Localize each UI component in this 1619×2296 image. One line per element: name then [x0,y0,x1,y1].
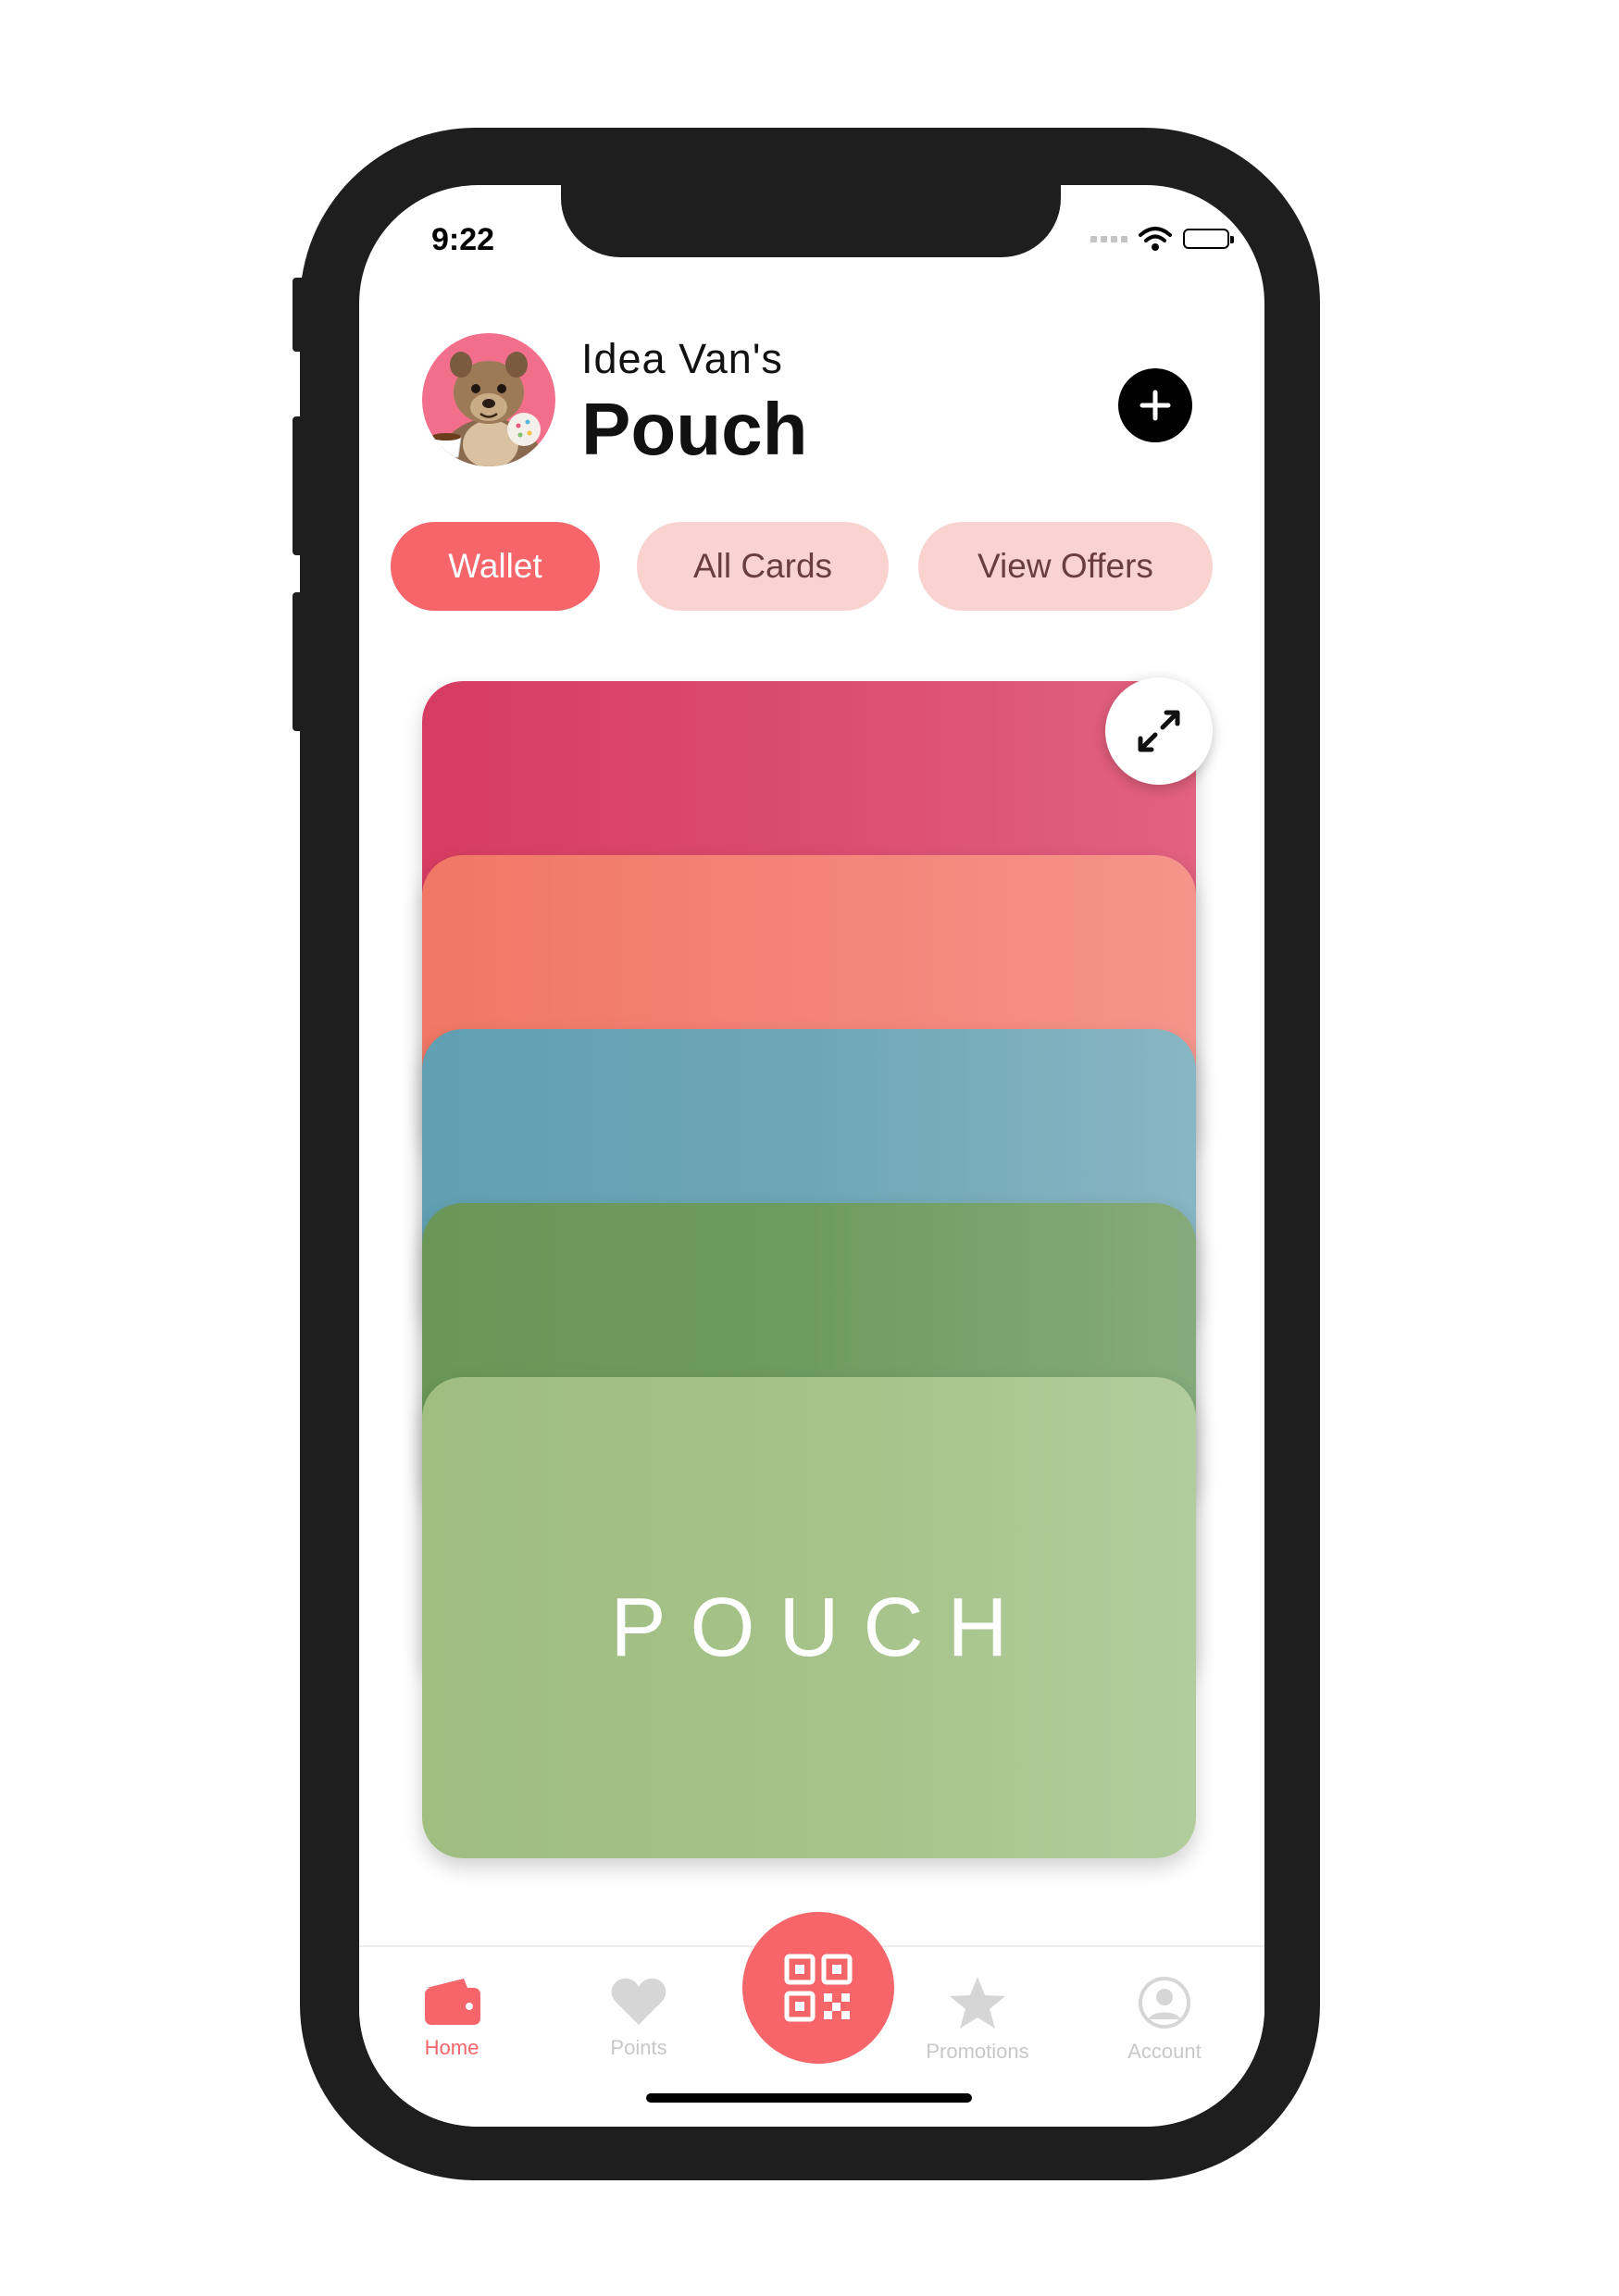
heart-icon [611,1978,666,2025]
card-brand-label: POUCH [610,1582,1032,1674]
star-icon [950,1977,1005,2029]
qr-code-icon [784,1954,853,2022]
cellular-signal-icon [1090,235,1127,242]
owner-name: Idea Van's [581,335,783,382]
notch [561,185,1061,257]
avatar[interactable] [422,333,555,466]
expand-icon [1138,710,1180,752]
wallet-card-front[interactable]: POUCH [422,1377,1196,1858]
nav-promotions-label: Promotions [926,2040,1029,2063]
nav-home-label: Home [424,2036,479,2059]
scan-qr-button[interactable] [742,1912,894,2064]
page-title: Pouch [581,388,808,470]
volume-down-button [293,592,305,731]
wifi-icon [1139,227,1172,251]
battery-icon [1183,229,1234,249]
tab-view-offers[interactable]: View Offers [918,522,1213,611]
volume-up-button [293,416,305,555]
add-card-button[interactable] [1118,368,1192,442]
home-indicator [646,2093,972,2103]
expand-button[interactable] [1105,677,1213,785]
quokka-avatar-illustration [430,352,542,466]
tab-all-cards[interactable]: All Cards [637,522,889,611]
screen: 9:22 Idea Van's Pouch Wallet All Cards V… [359,185,1264,2127]
nav-account[interactable]: Account [1090,1975,1239,2064]
status-indicators [1090,226,1234,252]
mute-switch [293,278,305,352]
wallet-icon [425,1979,480,2025]
nav-account-label: Account [1127,2040,1202,2063]
plus-icon [1140,390,1171,421]
tab-wallet[interactable]: Wallet [391,522,600,611]
user-circle-icon [1139,1977,1190,2029]
nav-home[interactable]: Home [378,1975,526,2060]
nav-points[interactable]: Points [565,1975,713,2060]
nav-points-label: Points [610,2036,667,2059]
nav-promotions[interactable]: Promotions [903,1975,1052,2064]
status-time: 9:22 [431,222,495,257]
